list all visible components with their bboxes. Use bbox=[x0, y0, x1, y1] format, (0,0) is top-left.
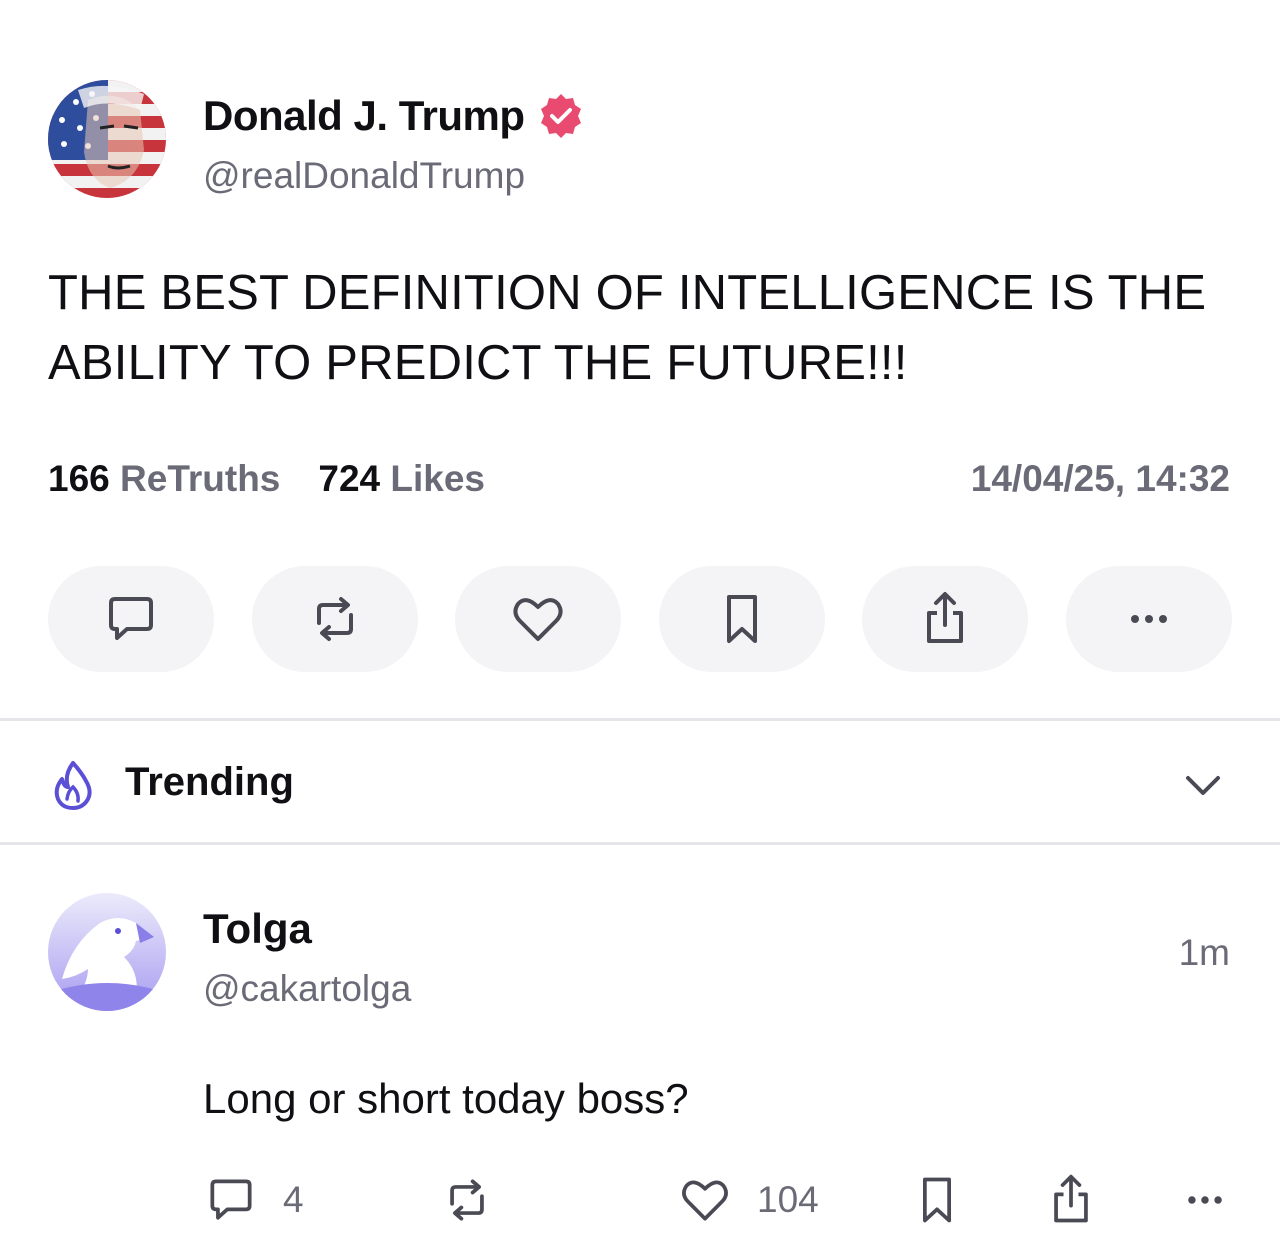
reply-bookmark-button[interactable] bbox=[909, 1172, 965, 1228]
reply-action-bar: 4 104 bbox=[203, 1172, 1233, 1232]
reply-retruth-button[interactable] bbox=[439, 1172, 495, 1228]
author-handle[interactable]: @realDonaldTrump bbox=[203, 155, 525, 197]
reply-author-name[interactable]: Tolga bbox=[203, 905, 312, 953]
reply-count: 4 bbox=[283, 1179, 304, 1220]
reply-reply-button[interactable]: 4 bbox=[203, 1172, 304, 1228]
more-icon bbox=[1130, 615, 1167, 623]
likes-label: Likes bbox=[390, 458, 486, 499]
author-avatar[interactable] bbox=[48, 80, 166, 198]
truth-detail-page: Donald J. Trump @realDonaldTrump THE BES… bbox=[0, 0, 1280, 1243]
share-icon bbox=[1054, 1174, 1088, 1223]
more-button[interactable] bbox=[1065, 566, 1232, 672]
verified-badge-icon bbox=[537, 92, 585, 140]
post-stats: 166 ReTruths 724 Likes bbox=[48, 458, 485, 500]
reply-share-button[interactable] bbox=[1043, 1172, 1099, 1228]
flame-icon bbox=[54, 761, 92, 810]
heart-icon bbox=[513, 598, 563, 641]
retruth-button[interactable] bbox=[251, 566, 418, 672]
share-button[interactable] bbox=[862, 566, 1029, 672]
reply-timestamp: 1m bbox=[1178, 932, 1230, 973]
bookmark-button[interactable] bbox=[658, 566, 825, 672]
trending-sort-selector[interactable]: Trending bbox=[0, 722, 1280, 842]
more-icon bbox=[1188, 1196, 1222, 1204]
author-name-text: Donald J. Trump bbox=[203, 92, 525, 139]
bookmark-icon bbox=[726, 595, 757, 643]
post-action-bar bbox=[48, 566, 1232, 672]
author-name[interactable]: Donald J. Trump bbox=[203, 92, 585, 140]
reply-icon bbox=[210, 1179, 252, 1220]
heart-icon bbox=[682, 1180, 728, 1221]
reply-button[interactable] bbox=[48, 566, 214, 672]
likes-stat[interactable]: 724 Likes bbox=[318, 458, 485, 500]
like-button[interactable] bbox=[455, 566, 622, 672]
bookmark-icon bbox=[923, 1177, 951, 1223]
reply-like-count: 104 bbox=[757, 1179, 819, 1220]
likes-count: 724 bbox=[318, 458, 381, 499]
reply-author-handle[interactable]: @cakartolga bbox=[203, 968, 411, 1010]
reply-text: Long or short today boss? bbox=[203, 1075, 689, 1122]
reply-icon bbox=[109, 597, 153, 640]
retruth-icon bbox=[316, 597, 353, 641]
reply-author-avatar[interactable] bbox=[48, 893, 166, 1011]
reply-like-button[interactable]: 104 bbox=[677, 1172, 819, 1228]
retruth-icon bbox=[450, 1179, 484, 1221]
post-timestamp: 14/04/25, 14:32 bbox=[970, 458, 1230, 499]
retruths-label: ReTruths bbox=[120, 458, 281, 499]
trending-label: Trending bbox=[125, 760, 294, 804]
chevron-down-icon bbox=[1186, 776, 1220, 795]
retruths-count: 166 bbox=[48, 458, 110, 499]
divider bbox=[0, 842, 1280, 845]
post-text: THE BEST DEFINITION OF INTELLIGENCE IS T… bbox=[48, 266, 1207, 390]
retruths-stat[interactable]: 166 ReTruths bbox=[48, 458, 280, 500]
divider bbox=[0, 718, 1280, 721]
share-icon bbox=[927, 592, 964, 643]
reply-more-button[interactable] bbox=[1177, 1172, 1233, 1228]
